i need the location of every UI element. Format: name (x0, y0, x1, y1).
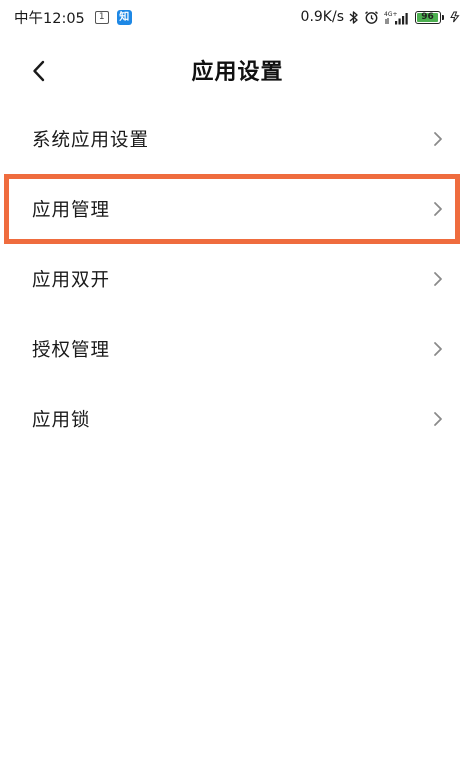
signal-label: 4G+ (384, 11, 398, 18)
status-bar-left: 中午12:05 1 知 (14, 7, 132, 28)
menu-item-label: 应用管理 (32, 200, 111, 221)
menu-item-label: 应用锁 (32, 410, 91, 431)
chevron-right-icon (431, 130, 445, 148)
title-bar: 应用设置 (0, 44, 475, 96)
menu-item-dual-apps[interactable]: 应用双开 (0, 244, 475, 314)
network-speed: 0.9K/s (300, 9, 344, 25)
chevron-right-icon (431, 410, 445, 428)
status-bar-right: 0.9K/s 4G+ 96 (301, 9, 461, 25)
calendar-icon: 1 (94, 10, 109, 24)
zhihu-app-icon: 知 (116, 9, 132, 25)
chevron-right-icon (431, 200, 445, 218)
app-settings-menu: 系统应用设置 应用管理 应用双开 授权管理 应用锁 (0, 104, 475, 454)
chevron-right-icon (431, 340, 445, 358)
chevron-right-icon (431, 270, 445, 288)
bluetooth-icon (349, 10, 359, 25)
battery-level: 96 (417, 12, 439, 22)
page-title: 应用设置 (191, 60, 284, 85)
status-bar: 中午12:05 1 知 0.9K/s 4G+ 96 (0, 0, 475, 34)
menu-item-permissions[interactable]: 授权管理 (0, 314, 475, 384)
alarm-clock-icon (364, 10, 379, 25)
battery-icon: 96 (415, 10, 444, 24)
menu-item-system-app-settings[interactable]: 系统应用设置 (0, 104, 475, 174)
menu-item-label: 应用双开 (32, 270, 111, 291)
menu-item-label: 系统应用设置 (32, 130, 150, 151)
status-time: 中午12:05 (14, 10, 85, 27)
menu-item-app-lock[interactable]: 应用锁 (0, 384, 475, 454)
menu-item-app-management[interactable]: 应用管理 (0, 174, 475, 244)
signal-icon: 4G+ (384, 10, 410, 25)
charging-icon (449, 11, 461, 23)
menu-item-label: 授权管理 (32, 340, 111, 361)
